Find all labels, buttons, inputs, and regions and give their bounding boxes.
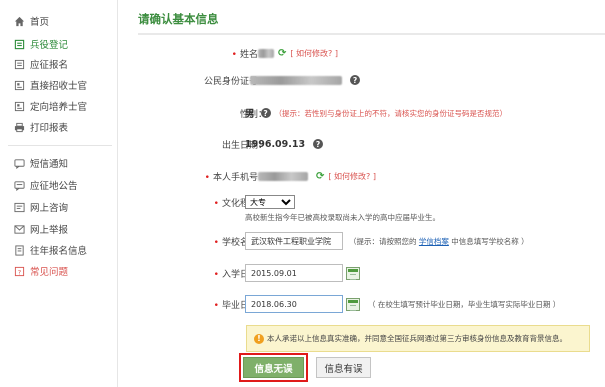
required-marker: • <box>213 300 219 311</box>
sidebar-item-faq[interactable]: ? 常见问题 <box>14 263 68 279</box>
grad-value-group: （ 在校生填写预计毕业日期，毕业生填写实际毕业日期 ） <box>245 295 560 313</box>
gender-row: 性别： 男 ? （提示：若性别与身份证上的不符，请核实您的身份证号码是否规范） <box>122 104 605 122</box>
enroll-row: •入学日期： <box>122 264 605 282</box>
confirm-button[interactable]: 信息无误 <box>243 357 304 378</box>
school-input[interactable] <box>245 232 343 250</box>
sidebar-item-label: 应征地公告 <box>30 181 78 192</box>
sidebar-item-report[interactable]: 网上举报 <box>14 221 68 237</box>
name-modify-link[interactable]: [ 如何修改? ] <box>290 48 338 59</box>
edu-hint: 高校新生指今年已被高校录取尚未入学的高中应届毕业生。 <box>245 212 440 222</box>
warning-icon: ! <box>254 333 264 344</box>
sidebar-item-apply[interactable]: 应征报名 <box>14 56 68 72</box>
phone-row: • 本人手机号： ⟳ [ 如何修改? ] <box>122 167 605 185</box>
help-icon[interactable]: ? <box>313 139 324 149</box>
required-marker: • <box>213 237 219 248</box>
name-redacted <box>258 48 274 58</box>
title-divider <box>138 33 605 35</box>
id-row: 公民身份证号： ? <box>122 71 605 89</box>
commitment-text: 本人承诺以上信息真实准确，并同意全国征兵网通过第三方审核身份信息及教育背景信息。 <box>267 334 567 343</box>
grad-date-input[interactable] <box>245 295 343 313</box>
name-value: ⟳ [ 如何修改? ] <box>258 48 338 59</box>
help-icon[interactable]: ? <box>260 108 271 118</box>
help-icon[interactable]: ? <box>350 75 360 85</box>
enroll-date-input[interactable] <box>245 264 343 282</box>
doc-icon <box>14 80 25 91</box>
phone-modify-link[interactable]: [ 如何修改? ] <box>328 171 376 182</box>
sidebar-item-announcement[interactable]: 应征地公告 <box>14 177 78 193</box>
info-error-button[interactable]: 信息有误 <box>316 357 371 378</box>
message-icon <box>14 158 25 169</box>
edu-select[interactable]: 大专 <box>245 195 295 209</box>
sidebar-item-history[interactable]: 往年报名信息 <box>14 242 87 258</box>
sidebar-item-label: 定向培养士官 <box>30 102 88 113</box>
birth-value: 1996.09.13 <box>245 138 306 150</box>
sidebar-item-sms[interactable]: 短信通知 <box>14 155 68 171</box>
notice-icon <box>14 180 25 191</box>
id-value: ? <box>250 75 360 85</box>
enroll-value-group <box>245 264 360 282</box>
phone-redacted <box>258 171 308 181</box>
name-row: • 姓名： ⟳ [ 如何修改? ] <box>122 44 605 62</box>
phone-value: ⟳ [ 如何修改? ] <box>258 171 376 182</box>
required-marker: • <box>213 269 219 280</box>
sidebar-item-print[interactable]: 打印报表 <box>14 119 68 135</box>
print-icon <box>14 122 25 133</box>
required-marker: • <box>231 49 237 60</box>
gender-value: 男 <box>245 109 255 120</box>
sidebar-item-label: 首页 <box>30 17 50 28</box>
sidebar-item-direct-recruit[interactable]: 直接招收士官 <box>14 77 87 93</box>
register-icon <box>14 39 25 50</box>
gender-value-group: 男 ? （提示：若性别与身份证上的不符，请核实您的身份证号码是否规范） <box>245 106 507 120</box>
sidebar-item-label: 常见问题 <box>30 267 69 278</box>
commitment-notice: ! 本人承诺以上信息真实准确，并同意全国征兵网通过第三方审核身份信息及教育背景信… <box>246 325 590 352</box>
refresh-icon[interactable]: ⟳ <box>278 48 286 59</box>
sidebar-item-home[interactable]: 首页 <box>14 13 49 29</box>
required-marker: • <box>213 198 219 209</box>
doc-icon <box>14 101 25 112</box>
grad-hint: （ 在校生填写预计毕业日期，毕业生填写实际毕业日期 ） <box>368 299 561 309</box>
sidebar-item-label: 网上举报 <box>30 225 69 236</box>
sidebar-item-label: 短信通知 <box>30 159 69 170</box>
xuexin-link[interactable]: 学信档案 <box>419 237 449 246</box>
school-row: •学校名称： （提示：请按照您的 学信档案 中信息填写学校名称 ） <box>122 232 605 250</box>
school-hint: （提示：请按照您的 学信档案 中信息填写学校名称 ） <box>349 236 529 246</box>
sidebar-divider <box>8 145 112 146</box>
sidebar-item-label: 直接招收士官 <box>30 81 88 92</box>
form-icon <box>14 59 25 70</box>
birth-row: 出生日期： 1996.09.13 ? <box>122 135 605 153</box>
consult-icon <box>14 202 25 213</box>
sidebar-item-label: 往年报名信息 <box>30 246 88 257</box>
sidebar-item-label: 应征报名 <box>30 60 69 71</box>
sidebar-item-consult[interactable]: 网上咨询 <box>14 199 68 215</box>
school-value-group: （提示：请按照您的 学信档案 中信息填写学校名称 ） <box>245 232 529 250</box>
sidebar-item-directed-training[interactable]: 定向培养士官 <box>14 98 87 114</box>
birth-value-group: 1996.09.13 ? <box>245 138 324 150</box>
report-icon <box>14 224 25 235</box>
grad-row: •毕业日期： （ 在校生填写预计毕业日期，毕业生填写实际毕业日期 ） <box>122 295 605 313</box>
svg-text:?: ? <box>18 268 21 276</box>
question-icon: ? <box>14 266 25 277</box>
calendar-icon[interactable] <box>346 266 360 280</box>
sidebar: 首页 兵役登记 应征报名 直接招收士官 定向培养士官 打印报表 短信通知 应征地… <box>0 0 118 387</box>
required-marker: • <box>204 172 210 183</box>
calendar-icon[interactable] <box>346 297 360 311</box>
refresh-icon[interactable]: ⟳ <box>316 171 324 182</box>
id-redacted <box>250 75 342 85</box>
history-icon <box>14 244 25 256</box>
sidebar-item-register[interactable]: 兵役登记 <box>14 36 68 52</box>
main-content: 请确认基本信息 • 姓名： ⟳ [ 如何修改? ] 公民身份证号： ? 性别： 男… <box>122 0 605 387</box>
page-title: 请确认基本信息 <box>138 12 219 26</box>
sidebar-item-label: 打印报表 <box>30 123 69 134</box>
edu-hint-row: 高校新生指今年已被高校录取尚未入学的高中应届毕业生。 <box>122 208 605 226</box>
edu-value-group: 大专 <box>245 195 295 209</box>
sidebar-item-label: 网上咨询 <box>30 203 69 214</box>
sidebar-item-label: 兵役登记 <box>30 40 69 51</box>
home-icon <box>14 16 25 27</box>
gender-hint: （提示：若性别与身份证上的不符，请核实您的身份证号码是否规范） <box>274 108 508 118</box>
